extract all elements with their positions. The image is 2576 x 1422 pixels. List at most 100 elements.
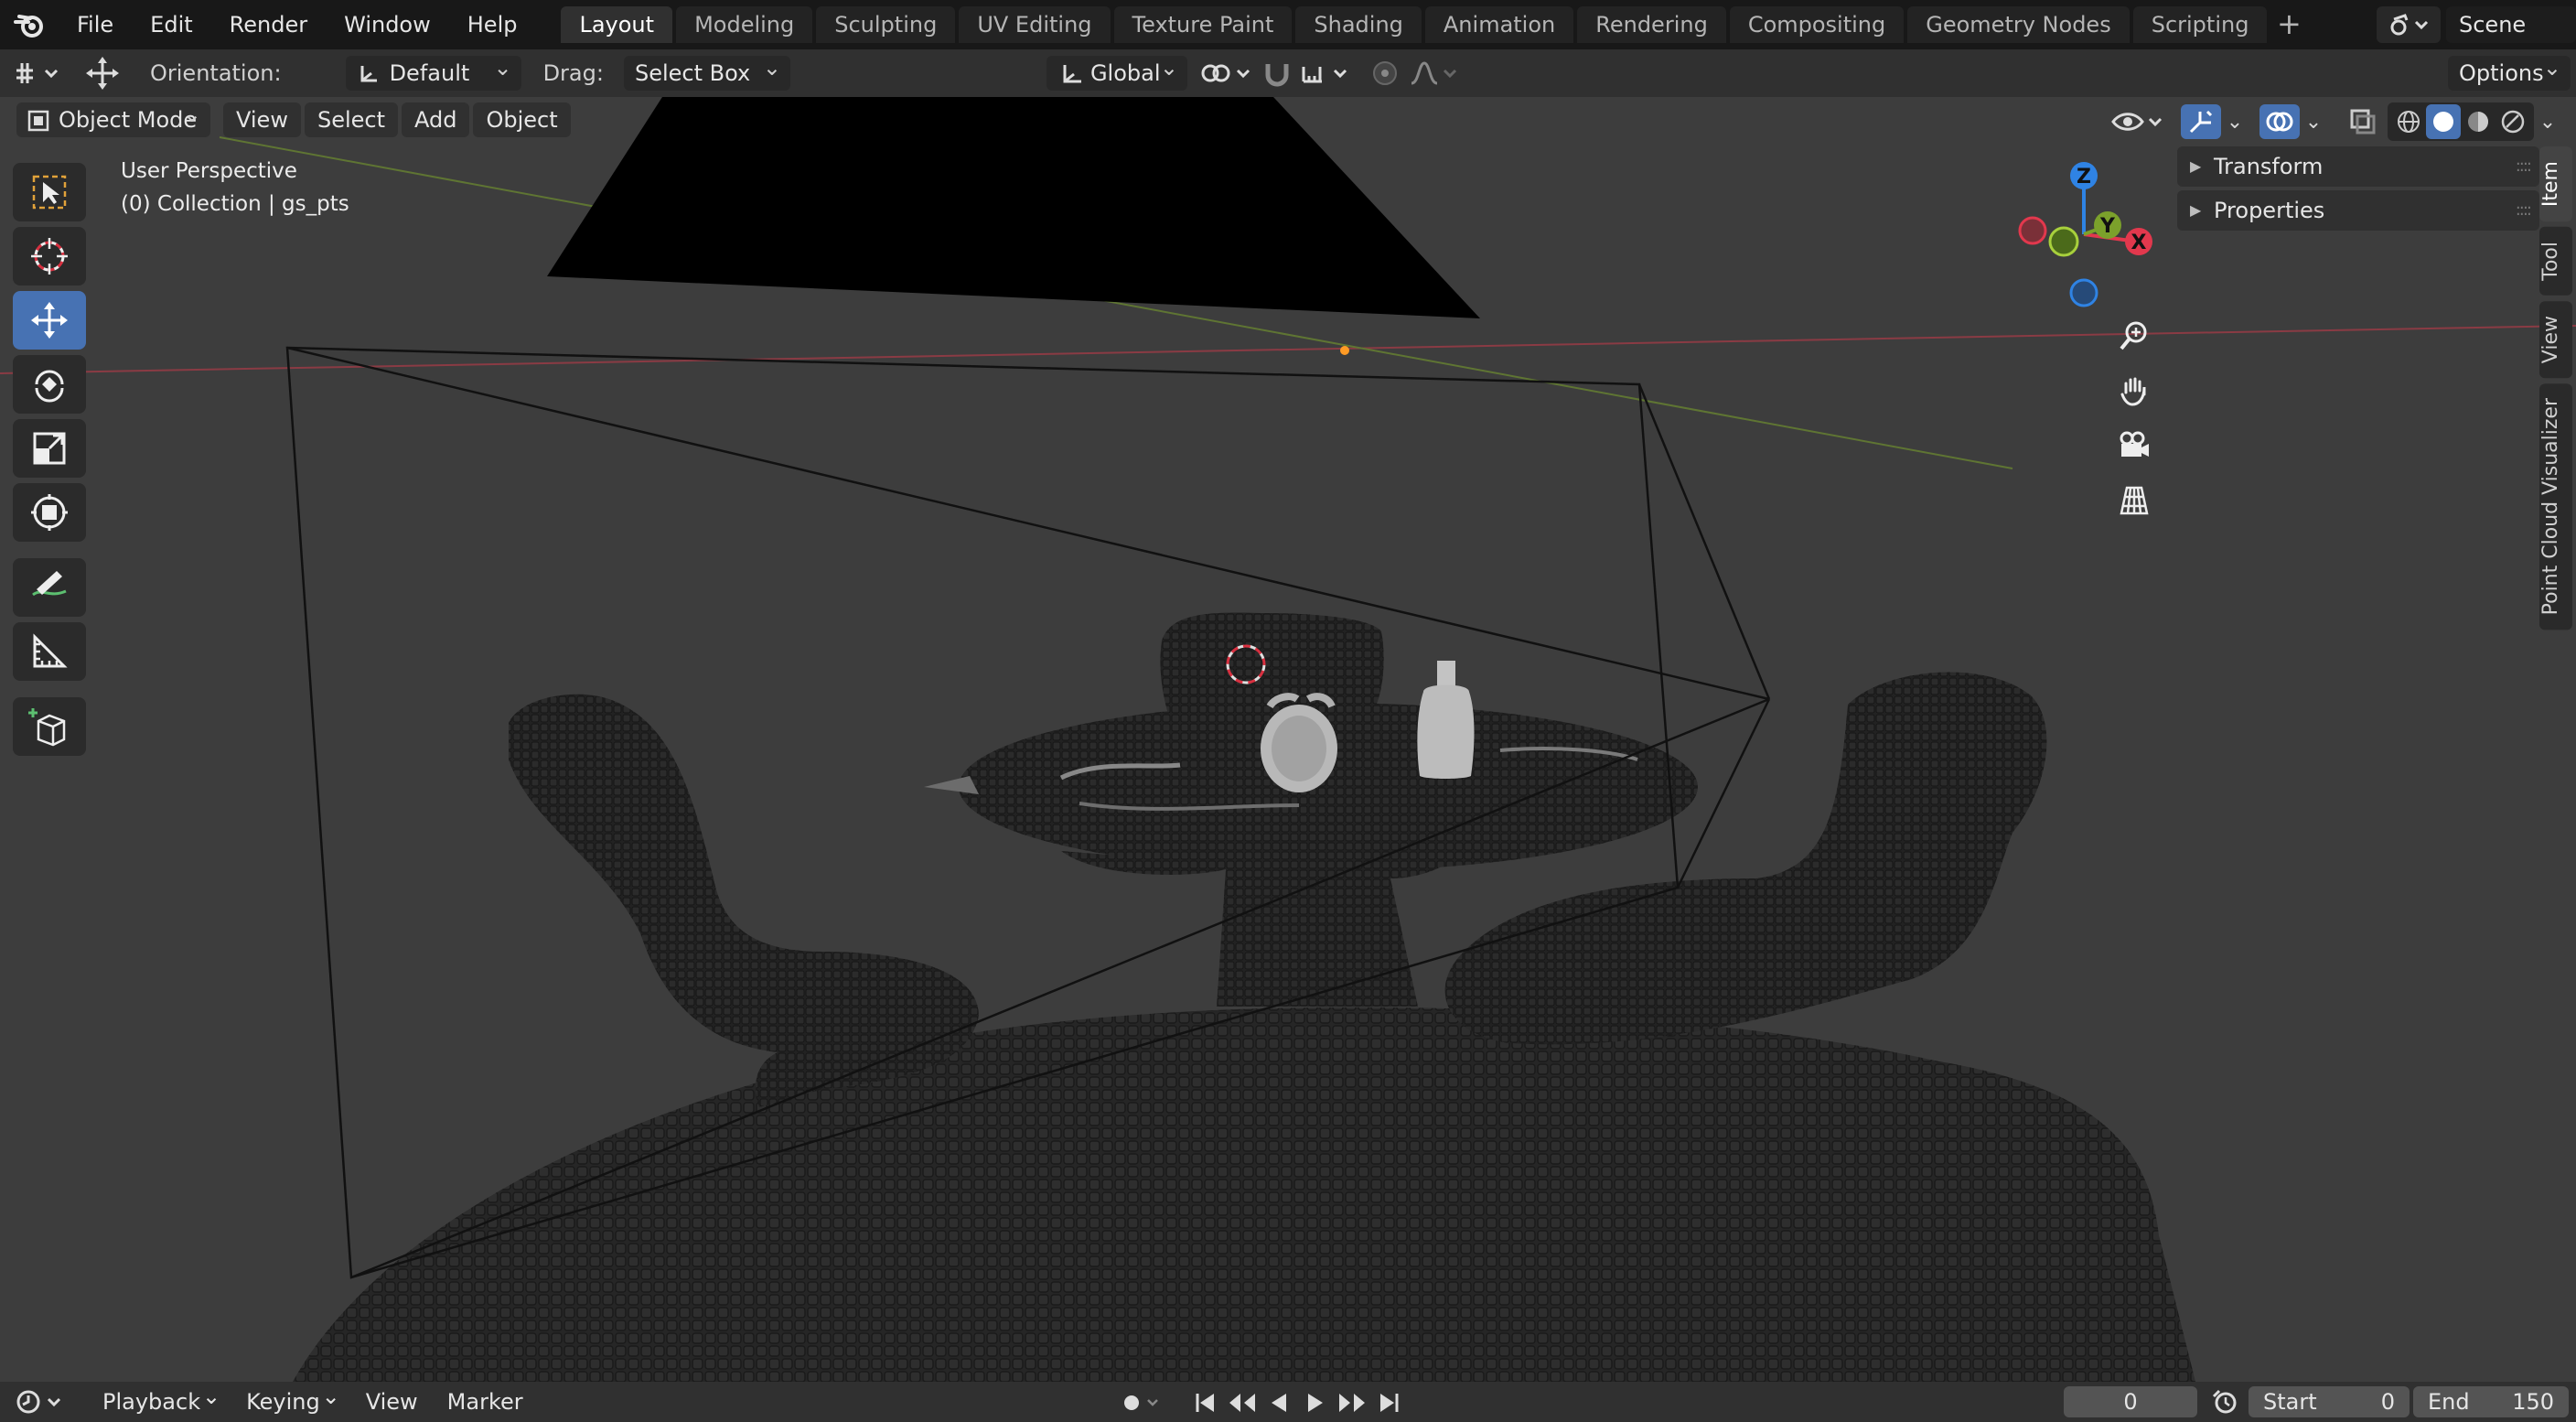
transform-tool[interactable] bbox=[13, 483, 86, 542]
3d-viewport[interactable]: User Perspective (0) Collection | gs_pts bbox=[0, 97, 2576, 1382]
shading-material-button[interactable] bbox=[2461, 104, 2496, 139]
menu-render[interactable]: Render bbox=[211, 0, 326, 49]
tab-compositing[interactable]: Compositing bbox=[1729, 6, 1905, 43]
transform-orientation-dropdown[interactable]: Global bbox=[1046, 50, 1187, 91]
menu-help[interactable]: Help bbox=[449, 0, 536, 49]
play-reverse-button[interactable] bbox=[1261, 1385, 1297, 1420]
viewport-scene[interactable] bbox=[0, 97, 2576, 1382]
timeline-menu-playback[interactable]: Playback bbox=[88, 1380, 231, 1418]
viewport-menu-view[interactable]: View bbox=[223, 102, 301, 137]
drag-dropdown[interactable]: Select Box bbox=[623, 50, 790, 91]
left-chair-point-cloud[interactable] bbox=[509, 694, 979, 1107]
menu-file[interactable]: File bbox=[59, 0, 132, 49]
tab-geometry-nodes[interactable]: Geometry Nodes bbox=[1907, 6, 2130, 43]
camera-view-button[interactable] bbox=[2109, 421, 2159, 470]
viewport-menu-object[interactable]: Object bbox=[473, 102, 571, 137]
overlays-dropdown[interactable]: ⌄ bbox=[2300, 104, 2327, 139]
shading-wireframe-button[interactable] bbox=[2391, 104, 2426, 139]
zoom-button[interactable] bbox=[2109, 311, 2159, 361]
sidebar-tab-tool[interactable]: Tool bbox=[2539, 227, 2572, 296]
blender-logo-icon[interactable] bbox=[0, 0, 59, 49]
play-button[interactable] bbox=[1297, 1385, 1334, 1420]
preview-range-toggle[interactable] bbox=[2205, 1384, 2245, 1419]
gizmo-toggle[interactable] bbox=[2181, 104, 2221, 139]
xray-toggle[interactable] bbox=[2345, 104, 2380, 139]
annotate-tool[interactable] bbox=[13, 558, 86, 617]
transform-panel-header[interactable]: ▶ Transform :::: bbox=[2177, 146, 2539, 187]
select-box-tool[interactable] bbox=[13, 163, 86, 221]
pivot-point-dropdown[interactable] bbox=[1197, 56, 1257, 91]
jump-to-start-button[interactable] bbox=[1187, 1385, 1224, 1420]
negative-y-axis-handle[interactable] bbox=[2048, 226, 2079, 257]
gizmo-dropdown[interactable]: ⌄ bbox=[2221, 104, 2249, 139]
timeline-menu-keying[interactable]: Keying bbox=[231, 1380, 351, 1418]
overlays-toggle[interactable] bbox=[2259, 104, 2300, 139]
tab-rendering[interactable]: Rendering bbox=[1577, 6, 1726, 43]
perspective-toggle-button[interactable] bbox=[2109, 476, 2159, 525]
editor-type-dropdown[interactable] bbox=[13, 1384, 70, 1419]
transform-tool-icon bbox=[16, 63, 59, 83]
tab-layout[interactable]: Layout bbox=[561, 6, 673, 43]
sidebar-tab-item[interactable]: Item bbox=[2539, 146, 2572, 222]
move-tool[interactable] bbox=[13, 291, 86, 350]
sidebar-tab-point-cloud-visualizer[interactable]: Point Cloud Visualizer bbox=[2539, 383, 2572, 630]
table-base-point-cloud[interactable] bbox=[1061, 842, 1464, 1007]
menu-edit[interactable]: Edit bbox=[132, 0, 210, 49]
collection-label: (0) Collection | gs_pts bbox=[121, 192, 349, 216]
shading-solid-button[interactable] bbox=[2426, 104, 2461, 139]
object-origin-dot[interactable] bbox=[1340, 346, 1349, 355]
tab-animation[interactable]: Animation bbox=[1424, 6, 1574, 43]
start-frame-field[interactable]: Start 0 bbox=[2249, 1386, 2410, 1417]
scene-browse-button[interactable] bbox=[2377, 6, 2441, 43]
viewport-menu-select[interactable]: Select bbox=[304, 102, 398, 137]
mode-dropdown[interactable]: Object Mode bbox=[16, 97, 210, 137]
end-frame-field[interactable]: End 150 bbox=[2413, 1386, 2569, 1417]
scale-tool[interactable] bbox=[13, 419, 86, 478]
properties-panel-header[interactable]: ▶ Properties :::: bbox=[2177, 190, 2539, 231]
snap-toggle[interactable] bbox=[1257, 56, 1297, 91]
scene-name-field[interactable]: Scene bbox=[2446, 6, 2576, 43]
rotate-icon bbox=[35, 370, 64, 403]
tab-modeling[interactable]: Modeling bbox=[676, 6, 813, 43]
drag-grip-icon[interactable]: :::: bbox=[2516, 190, 2532, 231]
timeline-menu-marker[interactable]: Marker bbox=[433, 1385, 538, 1418]
navigation-gizmo[interactable]: Z Y X bbox=[2009, 156, 2174, 320]
rotate-tool[interactable] bbox=[13, 355, 86, 414]
viewport-menu-add[interactable]: Add bbox=[402, 102, 470, 137]
cursor-tool[interactable] bbox=[13, 227, 86, 285]
pan-button[interactable] bbox=[2109, 366, 2159, 415]
drag-grip-icon[interactable]: :::: bbox=[2516, 146, 2532, 187]
menu-window[interactable]: Window bbox=[326, 0, 449, 49]
floor-point-cloud[interactable] bbox=[293, 1007, 2195, 1382]
snap-target-dropdown[interactable] bbox=[1297, 56, 1354, 91]
visibility-dropdown[interactable] bbox=[2109, 104, 2166, 139]
proportional-falloff-dropdown[interactable] bbox=[1405, 56, 1462, 91]
move-tool-header-icon bbox=[82, 56, 123, 91]
tab-shading[interactable]: Shading bbox=[1295, 6, 1422, 43]
tab-sculpting[interactable]: Sculpting bbox=[816, 6, 956, 43]
auto-keying-toggle[interactable] bbox=[1116, 1385, 1164, 1420]
current-frame-field[interactable]: 0 bbox=[2064, 1386, 2197, 1417]
timeline-menu-view[interactable]: View bbox=[351, 1385, 433, 1418]
measure-tool[interactable] bbox=[13, 622, 86, 681]
gizmo-icon bbox=[2189, 110, 2213, 134]
jump-to-end-button[interactable] bbox=[1370, 1385, 1407, 1420]
tab-scripting[interactable]: Scripting bbox=[2132, 6, 2268, 43]
sidebar-tab-view[interactable]: View bbox=[2539, 300, 2572, 379]
tab-texture-paint[interactable]: Texture Paint bbox=[1113, 6, 1293, 43]
bottle-object[interactable] bbox=[1417, 661, 1475, 779]
jump-to-keyframe-forward-button[interactable] bbox=[1334, 1385, 1370, 1420]
options-dropdown[interactable]: Options bbox=[2448, 50, 2571, 91]
play-icon bbox=[1308, 1394, 1323, 1412]
add-cube-tool[interactable] bbox=[13, 697, 86, 756]
proportional-edit-toggle[interactable] bbox=[1365, 56, 1405, 91]
tool-icon-dropdown[interactable] bbox=[11, 56, 68, 91]
add-workspace-button[interactable]: + bbox=[2270, 6, 2307, 43]
tab-uv-editing[interactable]: UV Editing bbox=[959, 6, 1111, 43]
negative-z-axis-handle[interactable] bbox=[2069, 278, 2098, 307]
orientation-dropdown[interactable]: Default bbox=[345, 50, 521, 91]
jump-to-keyframe-back-button[interactable] bbox=[1224, 1385, 1261, 1420]
shading-rendered-button[interactable] bbox=[2496, 104, 2530, 139]
negative-x-axis-handle[interactable] bbox=[2018, 216, 2047, 245]
shading-dropdown[interactable]: ⌄ bbox=[2534, 104, 2561, 139]
